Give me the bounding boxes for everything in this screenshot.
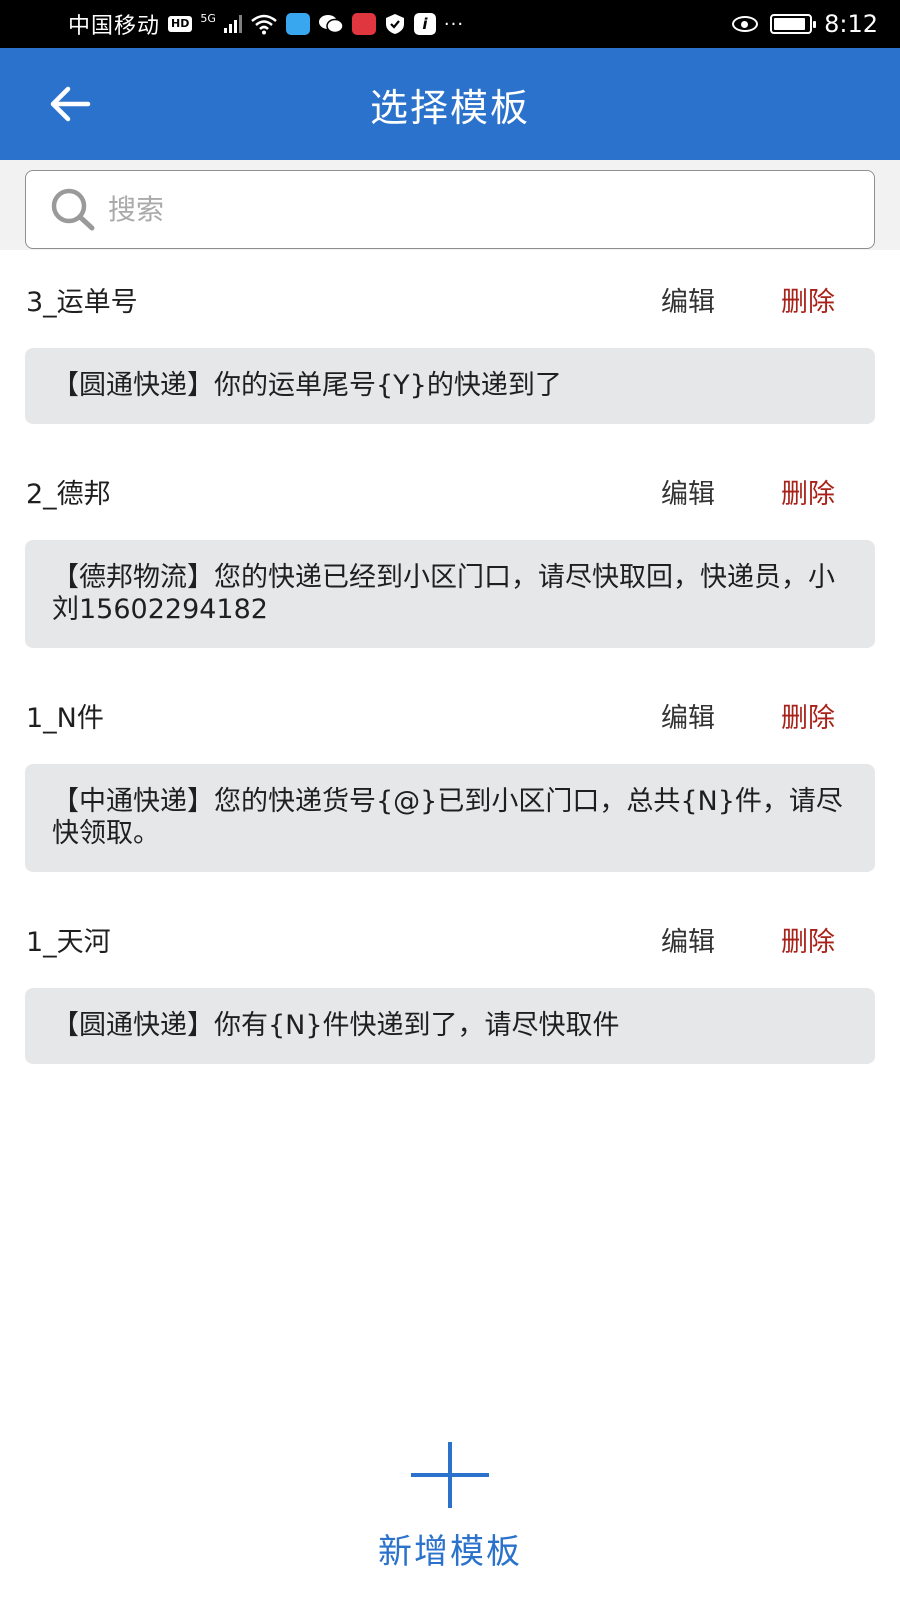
search-icon: [51, 188, 95, 230]
reader-app-icon: [351, 13, 376, 35]
search-input[interactable]: [108, 193, 808, 226]
delete-button[interactable]: 删除: [781, 920, 835, 959]
status-bar: 中国移动 HD 5G i ··· 8:12: [0, 0, 900, 48]
template-item: 1_天河 编辑 删除 【圆通快递】你有{N}件快递到了，请尽快取件: [0, 890, 900, 1082]
more-notifications-icon: ···: [443, 13, 465, 35]
signal-icon: [223, 15, 242, 33]
delete-button[interactable]: 删除: [781, 472, 835, 511]
hd-badge: HD: [168, 16, 193, 32]
info-app-icon: i: [413, 13, 436, 35]
page-title: 选择模板: [369, 85, 530, 130]
app-bar: 选择模板: [0, 48, 900, 160]
template-item: 2_德邦 编辑 删除 【德邦物流】您的快递已经到小区门口，请尽快取回，快递员，小…: [0, 442, 900, 666]
eye-comfort-icon: [732, 16, 759, 32]
template-header: 2_德邦 编辑 删除: [0, 442, 900, 510]
search-box[interactable]: [25, 170, 875, 249]
edit-button[interactable]: 编辑: [661, 696, 715, 735]
status-bar-left: 中国移动 HD 5G i ···: [68, 8, 464, 40]
delete-button[interactable]: 删除: [781, 696, 835, 735]
edit-button[interactable]: 编辑: [661, 280, 715, 319]
add-template-button[interactable]: 新增模板: [350, 1440, 550, 1590]
template-item: 3_运单号 编辑 删除 【圆通快递】你的运单尾号{Y}的快递到了: [0, 250, 900, 442]
template-content[interactable]: 【德邦物流】您的快递已经到小区门口，请尽快取回，快递员，小刘1560229418…: [25, 540, 875, 648]
add-template-label: 新增模板: [378, 1532, 522, 1572]
template-header: 1_天河 编辑 删除: [0, 890, 900, 958]
template-header: 1_N件 编辑 删除: [0, 666, 900, 734]
delete-button[interactable]: 删除: [781, 280, 835, 319]
shield-icon: [385, 14, 404, 34]
status-bar-right: 8:12: [732, 10, 878, 38]
wifi-icon: [251, 14, 277, 35]
template-name: 1_N件: [26, 703, 104, 734]
template-header: 3_运单号 编辑 删除: [0, 250, 900, 318]
search-bar: [0, 160, 900, 250]
plus-icon: [411, 1442, 489, 1508]
template-item: 1_N件 编辑 删除 【中通快递】您的快递货号{@}已到小区门口，总共{N}件，…: [0, 666, 900, 890]
template-content[interactable]: 【中通快递】您的快递货号{@}已到小区门口，总共{N}件，请尽快领取。: [25, 764, 875, 872]
template-content[interactable]: 【圆通快递】你有{N}件快递到了，请尽快取件: [25, 988, 875, 1064]
template-name: 1_天河: [26, 927, 111, 958]
browser-app-icon: [285, 13, 310, 35]
template-content[interactable]: 【圆通快递】你的运单尾号{Y}的快递到了: [25, 348, 875, 424]
battery-icon: [770, 14, 817, 34]
edit-button[interactable]: 编辑: [661, 472, 715, 511]
edit-button[interactable]: 编辑: [661, 920, 715, 959]
template-name: 2_德邦: [26, 479, 111, 510]
wechat-icon: [318, 15, 344, 34]
carrier-name: 中国移动: [68, 14, 161, 39]
clock: 8:12: [824, 10, 878, 38]
template-list: 3_运单号 编辑 删除 【圆通快递】你的运单尾号{Y}的快递到了 2_德邦 编辑…: [0, 250, 900, 1082]
network-type: 5G: [200, 11, 216, 25]
arrow-left-icon[interactable]: [44, 78, 96, 130]
template-name: 3_运单号: [26, 287, 138, 318]
